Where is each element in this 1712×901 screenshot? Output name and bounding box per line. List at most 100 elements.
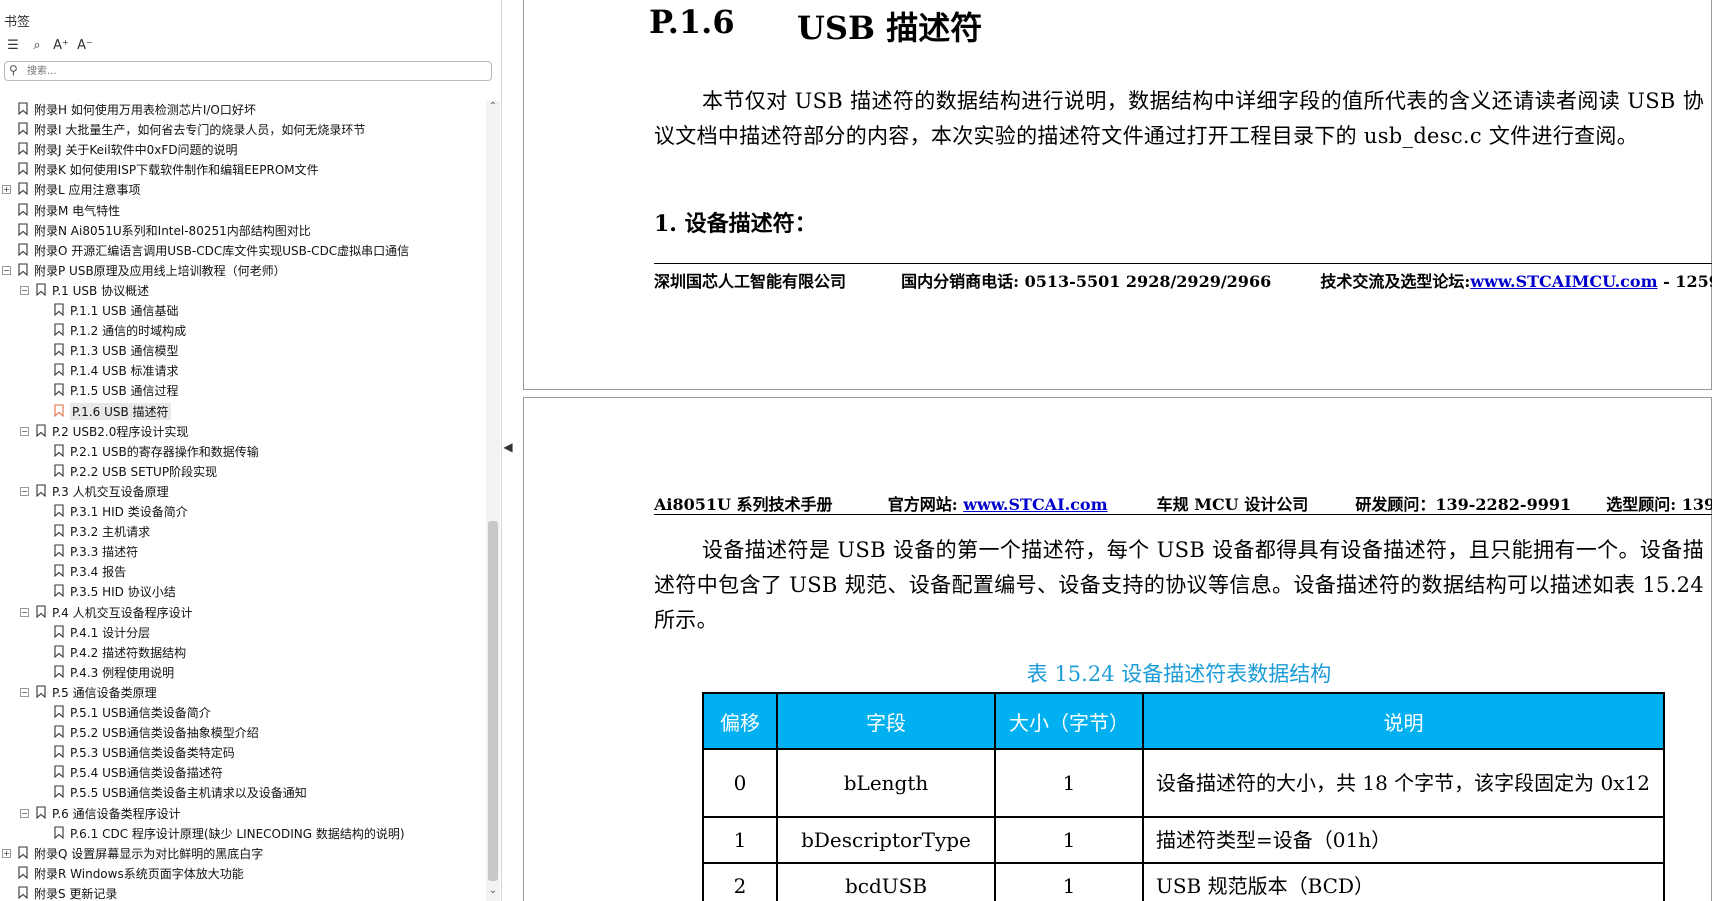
bookmark-icon [54,464,64,477]
scrollbar[interactable]: ⌃ ⌄ [486,101,500,901]
bookmark-panel: 书签 ☰ ⌕ A⁺ A⁻ ⚲ 附录H 如何使用万用表检测芯片I/O口好坏附录I … [0,0,502,901]
bookmark-item[interactable]: P.5.3 USB通信类设备类特定码 [0,742,488,762]
collapse-icon[interactable]: − [2,265,11,275]
bookmark-item[interactable]: P.3.3 描述符 [0,541,488,561]
collapse-icon[interactable]: − [20,808,29,818]
bookmark-item[interactable]: P.1.5 USB 通信过程 [0,380,488,400]
cell: 0 [702,748,778,818]
bookmark-item[interactable]: 附录K 如何使用ISP下载软件制作和编辑EEPROM文件 [0,159,488,179]
bookmark-label: P.5.3 USB通信类设备类特定码 [70,746,235,761]
bookmark-item[interactable]: − P.4 人机交互设备程序设计 [0,602,488,622]
collapse-icon[interactable]: − [20,486,29,496]
bookmark-item[interactable]: − P.3 人机交互设备原理 [0,481,488,501]
bookmark-item[interactable]: 附录I 大批量生产，如何省去专门的烧录人员，如何无烧录环节 [0,119,488,139]
expand-icon[interactable]: + [2,185,11,195]
page: P.1.6 USB 描述符 本节仅对 USB 描述符的数据结构进行说明，数据结构… [523,0,1712,390]
search-input[interactable] [27,63,487,79]
bookmark-label: P.4.2 描述符数据结构 [70,645,187,660]
bookmark-item[interactable]: P.6.1 CDC 程序设计原理(缺少 LINECODING 数据结构的说明) [0,823,488,843]
bookmark-label: 附录N Ai8051U系列和Intel-80251内部结构图对比 [34,223,311,238]
font-increase-icon[interactable]: A⁺ [52,36,70,54]
font-decrease-icon[interactable]: A⁻ [76,36,94,54]
scroll-down-icon[interactable]: ⌄ [486,885,500,901]
bookmark-item[interactable]: 附录J 关于Keil软件中0xFD问题的说明 [0,139,488,159]
bookmark-item[interactable]: P.3.2 主机请求 [0,521,488,541]
outline-view-icon[interactable]: ☰ [4,36,22,54]
header-manual: Ai8051U 系列技术手册 [654,495,833,514]
collapse-icon[interactable]: − [20,687,29,697]
bookmark-item[interactable]: − P.1 USB 协议概述 [0,280,488,300]
bookmark-item[interactable]: P.3.1 HID 类设备简介 [0,501,488,521]
cell: bcdUSB [776,862,996,901]
bookmark-item[interactable]: + 附录L 应用注意事项 [0,179,488,199]
bookmark-item[interactable]: − P.6 通信设备类程序设计 [0,803,488,823]
bookmark-icon [36,283,46,296]
table-row: 2 bcdUSB 1 USB 规范版本（BCD） [702,862,1665,901]
collapse-icon[interactable]: − [20,607,29,617]
bookmark-item[interactable]: 附录S 更新记录 [0,883,488,901]
bookmark-icon [18,122,28,136]
bookmark-item[interactable]: P.5.2 USB通信类设备抽象模型介绍 [0,722,488,742]
bookmark-icon [54,444,64,457]
cell: USB 规范版本（BCD） [1142,862,1665,901]
scroll-up-icon[interactable]: ⌃ [486,101,500,117]
col-desc: 说明 [1142,692,1665,750]
forum-link[interactable]: www.STCAIMCU.com [1470,272,1657,291]
bookmark-label: P.4 人机交互设备程序设计 [52,605,193,620]
bookmark-item[interactable]: P.5.1 USB通信类设备简介 [0,702,488,722]
bookmark-icon [18,846,28,859]
bookmark-item[interactable]: P.4.3 例程使用说明 [0,662,488,682]
bookmark-item[interactable]: P.5.4 USB通信类设备描述符 [0,762,488,782]
bookmark-item[interactable]: + 附录Q 设置屏幕显示为对比鲜明的黑底白字 [0,843,488,863]
bookmark-item[interactable]: P.3.5 HID 协议小结 [0,581,488,601]
bookmark-item[interactable]: P.1.3 USB 通信模型 [0,340,488,360]
bookmark-item[interactable]: 附录N Ai8051U系列和Intel-80251内部结构图对比 [0,220,488,240]
bookmark-item[interactable]: 附录R Windows系统页面字体放大功能 [0,863,488,883]
bookmark-label: P.1.3 USB 通信模型 [70,344,179,359]
bookmark-item[interactable]: 附录M 电气特性 [0,200,488,220]
bookmark-item[interactable]: − 附录P USB原理及应用线上培训教程（何老师） [0,260,488,280]
bookmark-item[interactable]: P.2.1 USB的寄存器操作和数据传输 [0,441,488,461]
site-link[interactable]: www.STCAI.com [963,495,1107,514]
collapse-icon[interactable]: − [20,426,29,436]
bookmark-item[interactable]: P.1.1 USB 通信基础 [0,300,488,320]
bookmark-item[interactable]: 附录H 如何使用万用表检测芯片I/O口好坏 [0,99,488,119]
bookmark-item[interactable]: P.4.2 描述符数据结构 [0,642,488,662]
bookmark-item[interactable]: P.2.2 USB SETUP阶段实现 [0,461,488,481]
bookmark-item[interactable]: 附录O 开源汇编语言调用USB-CDC库文件实现USB-CDC虚拟串口通信 [0,240,488,260]
collapse-sidebar-icon[interactable]: ◀ [502,440,514,460]
bookmark-label: P.1.1 USB 通信基础 [70,304,179,318]
collapse-icon[interactable]: − [20,285,29,295]
bookmark-item[interactable]: P.4.1 设计分层 [0,622,488,642]
bookmark-item[interactable]: P.5.5 USB通信类设备主机请求以及设备通知 [0,782,488,802]
bookmark-item[interactable]: − P.5 通信设备类原理 [0,682,488,702]
body-paragraph: 设备描述符是 USB 设备的第一个描述符，每个 USB 设备都得具有设备描述符，… [654,538,1704,632]
bookmark-label: 附录Q 设置屏幕显示为对比鲜明的黑底白字 [34,846,264,861]
table-row: 1 bDescriptorType 1 描述符类型=设备（01h） [702,816,1665,864]
bookmark-toolbar: ☰ ⌕ A⁺ A⁻ [4,36,94,54]
cell: bLength [776,748,996,818]
bookmark-icon [54,343,64,357]
bookmark-icon [54,303,64,316]
search-box: ⚲ [4,61,492,81]
bookmark-label: P.2.1 USB的寄存器操作和数据传输 [70,444,259,459]
bookmark-icon [54,403,64,417]
bookmark-item[interactable]: P.1.4 USB 标准请求 [0,360,488,380]
bookmark-item[interactable]: P.1.6 USB 描述符 [0,401,488,421]
bookmark-item[interactable]: P.3.4 报告 [0,561,488,581]
bookmark-search-icon[interactable]: ⌕ [28,36,46,54]
bookmark-icon [54,705,64,718]
bookmark-icon [18,182,28,196]
footer-divider [654,263,1712,264]
expand-icon[interactable]: + [2,848,11,858]
bookmark-label: P.3.3 描述符 [70,545,139,560]
section-number: P.1.6 [649,3,735,41]
bookmark-label: 附录J 关于Keil软件中0xFD问题的说明 [34,143,238,158]
bookmark-item[interactable]: − P.2 USB2.0程序设计实现 [0,421,488,441]
table-header-row: 偏移 字段 大小（字节） 说明 [702,692,1665,750]
bookmark-label: 附录I 大批量生产，如何省去专门的烧录人员，如何无烧录环节 [34,123,366,138]
bookmark-label: P.1 USB 协议概述 [52,283,150,298]
bookmark-item[interactable]: P.1.2 通信的时域构成 [0,320,488,340]
cell: 设备描述符的大小，共 18 个字节，该字段固定为 0x12 [1142,748,1665,818]
scroll-thumb[interactable] [488,521,498,881]
